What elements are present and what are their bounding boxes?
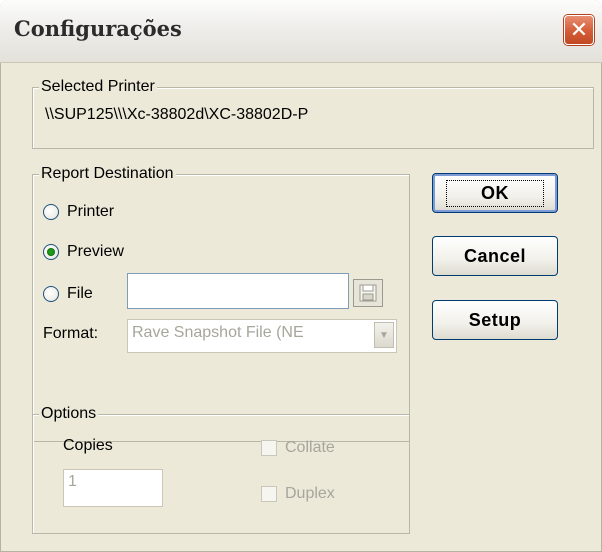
radio-file[interactable]: File [43,285,93,303]
radio-preview-button[interactable] [43,244,59,260]
radio-printer-button[interactable] [43,204,59,220]
selected-printer-group: Selected Printer \\SUP125\\\Xc-38802d\XC… [32,78,594,149]
ok-button-label: OK [446,179,544,207]
format-select-value: Rave Snapshot File (NE [132,324,304,341]
setup-button-label: Setup [468,309,522,330]
collate-label: Collate [285,439,335,456]
options-group: Options Copies 1 Collate Duplex [32,405,410,534]
printer-path: \\SUP125\\\Xc-38802d\XC-38802D-P [45,106,309,123]
close-button[interactable]: ✕ [564,15,594,45]
duplex-checkbox[interactable] [261,486,277,502]
ok-button[interactable]: OK [432,173,558,213]
options-legend: Options [39,405,99,423]
radio-preview[interactable]: Preview [43,243,124,261]
report-destination-legend: Report Destination [39,165,176,183]
cancel-button[interactable]: Cancel [432,236,558,276]
cancel-button-label: Cancel [463,245,527,266]
radio-printer-label: Printer [67,203,115,220]
copies-label: Copies [63,437,113,454]
radio-printer[interactable]: Printer [43,203,114,221]
duplex-label: Duplex [285,485,335,502]
dialog-window: Configurações ✕ Selected Printer \\SUP12… [0,0,602,552]
collate-checkbox[interactable] [261,440,277,456]
radio-file-label: File [67,285,93,302]
collate-checkbox-row[interactable]: Collate [261,439,335,457]
dialog-body: Selected Printer \\SUP125\\\Xc-38802d\XC… [10,62,602,552]
setup-button[interactable]: Setup [432,300,558,340]
report-destination-group: Report Destination Printer Preview File [32,165,410,442]
file-path-input[interactable] [127,273,349,309]
radio-file-button[interactable] [43,286,59,302]
floppy-disk-icon [359,284,377,302]
close-icon: ✕ [569,17,589,43]
format-label: Format: [43,325,99,342]
chevron-down-icon[interactable]: ▼ [374,322,394,348]
format-select[interactable]: Rave Snapshot File (NE ▼ [127,319,397,353]
duplex-checkbox-row[interactable]: Duplex [261,485,335,503]
radio-preview-label: Preview [67,243,124,260]
title-bar[interactable]: Configurações ✕ [0,0,602,63]
save-file-button[interactable] [353,279,383,307]
selected-printer-legend: Selected Printer [39,78,157,96]
window-title: Configurações [14,16,182,41]
copies-input[interactable]: 1 [63,469,163,507]
